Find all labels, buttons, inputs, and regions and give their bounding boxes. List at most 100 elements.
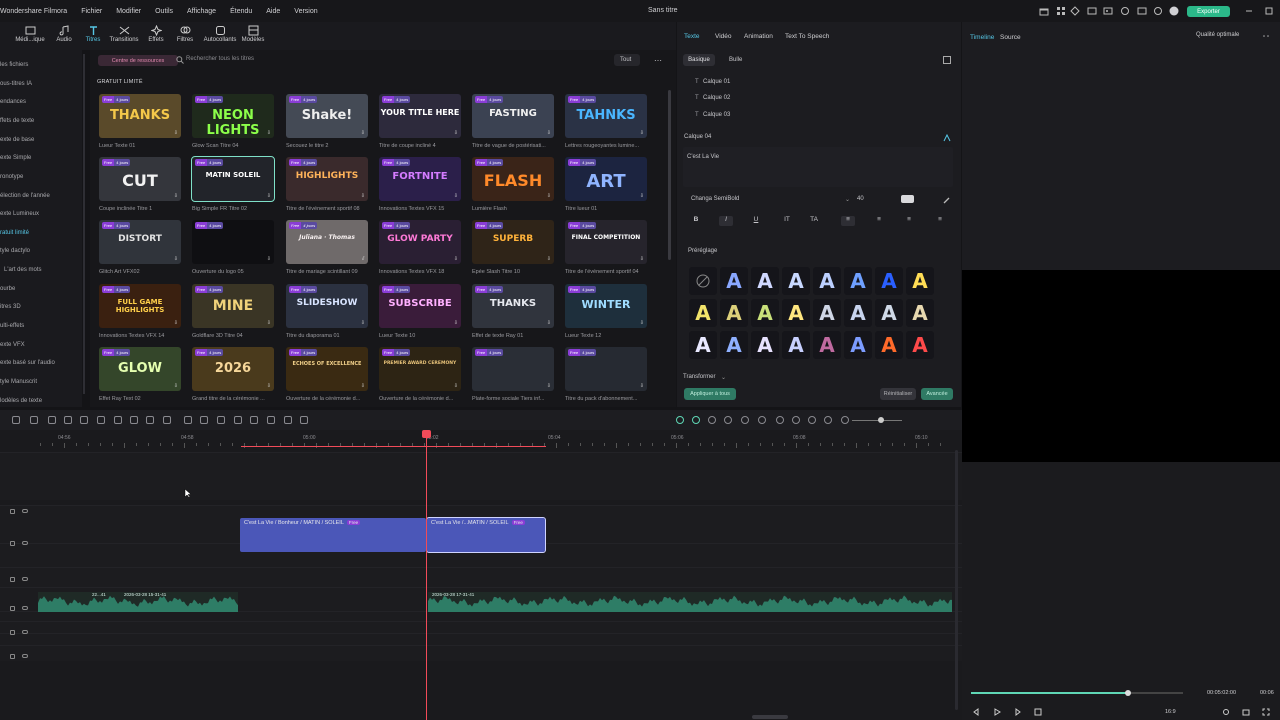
sidebar-item[interactable]: élection de l'année <box>0 193 50 199</box>
menu-aide[interactable]: Aide <box>266 8 280 15</box>
align-right-button[interactable]: ≡ <box>902 216 916 226</box>
layer-item[interactable]: Calque 01 <box>695 79 730 85</box>
color-swatch[interactable] <box>901 195 914 203</box>
download-icon[interactable]: ⇩ <box>640 193 644 199</box>
preset-item[interactable]: A <box>782 331 810 359</box>
timeline-vscroll[interactable] <box>955 450 958 710</box>
title-tile[interactable]: Free 4 jours DISTORT ⇩ <box>99 220 181 264</box>
sidebar-item[interactable]: les fichiers <box>0 62 28 68</box>
align-left-button[interactable]: ≡ <box>841 216 855 226</box>
case-button[interactable]: IT <box>780 216 794 226</box>
download-icon[interactable]: ⇩ <box>174 130 178 136</box>
font-select[interactable]: Changa SemiBold <box>683 193 853 205</box>
title-tile[interactable]: Free 4 jours Shake! ⇩ <box>286 94 368 138</box>
timer-icon[interactable] <box>163 416 171 424</box>
preset-item[interactable]: A <box>720 331 748 359</box>
detach-icon[interactable] <box>284 416 292 424</box>
preset-item[interactable]: A <box>813 267 841 295</box>
lock-icon[interactable] <box>10 541 15 546</box>
preset-item[interactable]: A <box>782 299 810 327</box>
diamond-icon[interactable] <box>1070 6 1080 16</box>
scrollbar[interactable] <box>668 90 671 260</box>
sidebar-item[interactable]: endances <box>0 99 26 105</box>
text-input[interactable]: C'est La Vie <box>683 147 953 187</box>
sidebar-scrollbar[interactable] <box>83 54 85 394</box>
download-icon[interactable]: ⇩ <box>361 320 365 326</box>
camera-icon[interactable] <box>1242 708 1250 716</box>
subtab-bulle[interactable]: Bulle <box>729 57 742 63</box>
title-tile[interactable]: Free 4 jours YOUR TITLE HERE ⇩ <box>379 94 461 138</box>
title-tile[interactable]: Free 4 jours ECHOES OF EXCELLENCE ⇩ <box>286 347 368 391</box>
lock-icon[interactable] <box>10 654 15 659</box>
title-tile[interactable]: Free 4 jours GLOW PARTY ⇩ <box>379 220 461 264</box>
undo-icon[interactable] <box>30 416 38 424</box>
transform-section[interactable]: Transformer <box>683 374 715 380</box>
download-icon[interactable]: ⇩ <box>361 256 365 262</box>
preset-item[interactable]: A <box>906 331 934 359</box>
sidebar-item[interactable]: exte basé sur l'audio <box>0 360 55 366</box>
tool-media[interactable]: Médi...ique <box>12 25 48 49</box>
title-tile[interactable]: Free 4 jours THANKS ⇩ <box>472 284 554 328</box>
more-icon[interactable] <box>300 416 308 424</box>
sidebar-item[interactable]: ourbe <box>0 286 15 292</box>
redo-icon[interactable] <box>48 416 56 424</box>
tool-icon[interactable] <box>776 416 784 424</box>
save-icon[interactable] <box>943 56 951 64</box>
advanced-button[interactable]: Avancée <box>921 388 953 400</box>
preset-item[interactable]: A <box>844 331 872 359</box>
menu-etendu[interactable]: Étendu <box>230 8 252 15</box>
download-icon[interactable]: ⇩ <box>361 193 365 199</box>
title-tile[interactable]: Free 4 jours ⇩ <box>565 347 647 391</box>
fullscreen-icon[interactable] <box>1262 708 1270 716</box>
download-icon[interactable]: ⇩ <box>267 256 271 262</box>
search-input[interactable]: Rechercher tous les titres <box>186 56 254 62</box>
preset-item[interactable]: A <box>813 331 841 359</box>
track[interactable] <box>0 633 962 645</box>
tool-icon[interactable] <box>758 416 766 424</box>
preset-item[interactable]: A <box>906 299 934 327</box>
sidebar-item[interactable]: tyle dactylo <box>0 248 30 254</box>
ai-icon[interactable] <box>217 416 225 424</box>
sidebar-item[interactable]: ronotype <box>0 174 23 180</box>
menu-outils[interactable]: Outils <box>155 8 173 15</box>
aspect-ratio[interactable]: 16:9 <box>1165 709 1176 715</box>
download-icon[interactable]: ⇩ <box>174 383 178 389</box>
split-icon[interactable] <box>200 416 208 424</box>
align-center-button[interactable]: ≡ <box>872 216 886 226</box>
preset-item[interactable]: A <box>689 299 717 327</box>
download-icon[interactable]: ⇩ <box>361 383 365 389</box>
sidebar-item[interactable]: tyle Manuscrit <box>0 379 37 385</box>
tab-source[interactable]: Source <box>1000 34 1021 41</box>
sidebar-item[interactable]: L'art des mots <box>4 267 42 273</box>
title-tile[interactable]: Free 4 jours SUPERB ⇩ <box>472 220 554 264</box>
preset-item[interactable]: A <box>720 267 748 295</box>
tool-icon[interactable] <box>741 416 749 424</box>
track[interactable] <box>0 567 962 587</box>
title-tile[interactable]: Free 4 jours TAHNKS ⇩ <box>565 94 647 138</box>
preset-item[interactable]: A <box>875 331 903 359</box>
title-tile[interactable]: Free 4 jours NEON LIGHTS ⇩ <box>192 94 274 138</box>
download-icon[interactable]: ⇩ <box>547 193 551 199</box>
upload-icon[interactable] <box>1087 6 1097 16</box>
download-icon[interactable]: ⇩ <box>547 130 551 136</box>
download-icon[interactable]: ⇩ <box>547 320 551 326</box>
audio-clip[interactable]: 2026-03-28 17-31-41 <box>428 592 952 612</box>
track[interactable] <box>0 452 962 500</box>
download-icon[interactable]: ⇩ <box>454 383 458 389</box>
title-tile[interactable]: Free 4 jours FASTING ⇩ <box>472 94 554 138</box>
cloud-icon[interactable] <box>1120 6 1130 16</box>
title-tile[interactable]: Free 4 jours FINAL COMPETITION ⇩ <box>565 220 647 264</box>
gift-icon[interactable] <box>1039 6 1049 16</box>
sidebar-item[interactable]: exte VFX <box>0 342 25 348</box>
sidebar-item[interactable]: exte de base <box>0 137 34 143</box>
eye-icon[interactable] <box>22 630 28 634</box>
tab-texte[interactable]: Texte <box>684 33 700 40</box>
title-tile[interactable]: Free 4 jours FLASH ⇩ <box>472 157 554 201</box>
delete-icon[interactable] <box>64 416 72 424</box>
maximize-icon[interactable] <box>1264 6 1274 16</box>
headset-icon[interactable] <box>1153 6 1163 16</box>
tab-text-to-speech[interactable]: Text To Speech <box>785 33 829 40</box>
download-icon[interactable]: ⇩ <box>640 256 644 262</box>
download-icon[interactable]: ⇩ <box>454 130 458 136</box>
preset-item[interactable]: A <box>906 267 934 295</box>
